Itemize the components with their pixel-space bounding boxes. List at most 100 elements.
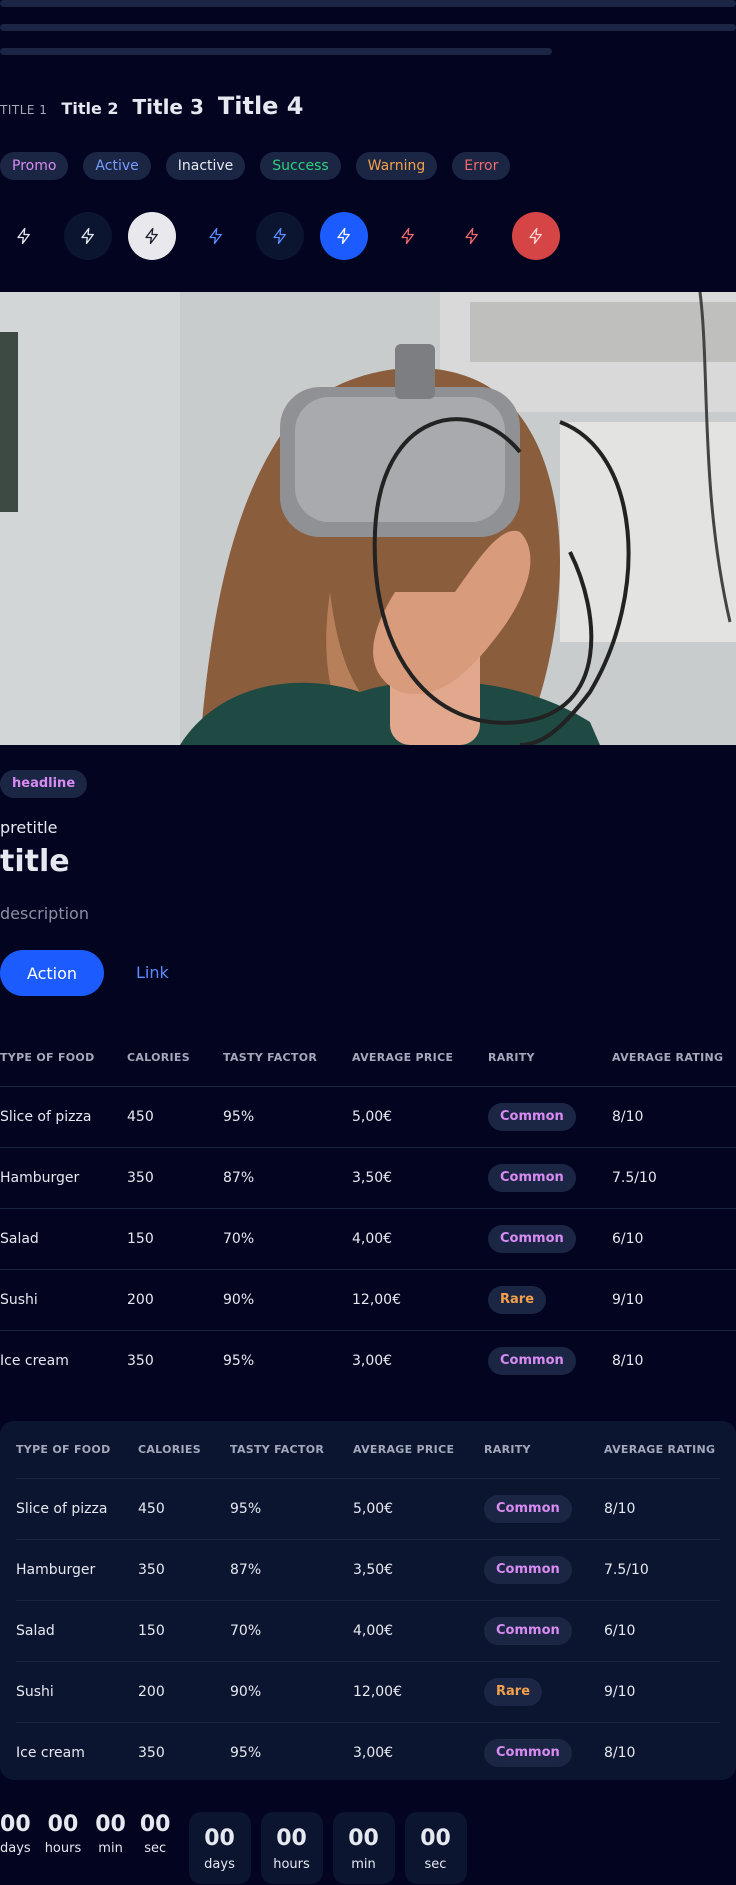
bolt-icon xyxy=(465,227,478,245)
cell-rating: 8/10 xyxy=(604,1721,720,1783)
cell-tasty: 87% xyxy=(223,1146,352,1208)
bolt-icon xyxy=(145,227,158,245)
table-header-row: TYPE OF FOOD CALORIES TASTY FACTOR AVERA… xyxy=(16,1421,720,1478)
table-row: Sushi 200 90% 12,00€ Rare 9/10 xyxy=(0,1268,736,1330)
countdown-label: min xyxy=(98,1841,123,1856)
header-rarity: RARITY xyxy=(488,1050,535,1064)
cell-tasty: 70% xyxy=(223,1207,352,1269)
title-2: Title 2 xyxy=(61,99,119,118)
table-row: Sushi 200 90% 12,00€ Rare 9/10 xyxy=(16,1660,720,1722)
cell-calories: 350 xyxy=(138,1721,230,1783)
rarity-badge: Common xyxy=(488,1224,576,1253)
cell-rarity: Rare xyxy=(484,1660,604,1722)
cell-rating: 7.5/10 xyxy=(612,1146,736,1208)
cell-rarity: Common xyxy=(488,1085,612,1147)
header-calories: CALORIES xyxy=(138,1442,201,1456)
cell-food: Slice of pizza xyxy=(0,1085,127,1147)
icon-button-soft-danger[interactable] xyxy=(448,212,496,260)
icon-button-soft-neutral[interactable] xyxy=(64,212,112,260)
badge-promo: Promo xyxy=(0,152,69,180)
icon-button-plain-danger[interactable] xyxy=(384,212,432,260)
cell-tasty: 95% xyxy=(223,1085,352,1147)
food-table-grid-card: TYPE OF FOOD CALORIES TASTY FACTOR AVERA… xyxy=(16,1421,720,1783)
cell-rarity: Common xyxy=(484,1721,604,1783)
cell-price: 12,00€ xyxy=(353,1660,484,1722)
table-row: Ice cream 350 95% 3,00€ Common 8/10 xyxy=(16,1721,720,1783)
badge-row: Promo Active Inactive Success Warning Er… xyxy=(0,152,525,180)
rarity-badge: Common xyxy=(488,1163,576,1192)
cell-tasty: 90% xyxy=(223,1268,352,1330)
icon-button-solid-primary[interactable] xyxy=(320,212,368,260)
countdown-label: hours xyxy=(44,1841,82,1856)
cell-food: Ice cream xyxy=(0,1329,127,1391)
countdown-value: 00 xyxy=(420,1826,451,1851)
card-title: title xyxy=(0,844,70,879)
countdown-value: 00 xyxy=(204,1826,235,1851)
cell-rarity: Common xyxy=(484,1599,604,1661)
skeleton-bar-1 xyxy=(0,0,736,7)
icon-button-row xyxy=(0,212,576,260)
cell-tasty: 95% xyxy=(230,1477,353,1539)
rarity-badge: Common xyxy=(484,1494,572,1523)
link[interactable]: Link xyxy=(136,963,169,982)
countdown-sec: 00 sec xyxy=(140,1812,171,1856)
rarity-badge: Common xyxy=(488,1346,576,1375)
cell-rarity: Common xyxy=(484,1538,604,1600)
rarity-badge: Common xyxy=(484,1555,572,1584)
icon-button-solid-neutral[interactable] xyxy=(128,212,176,260)
countdown-box-hours: 00 hours xyxy=(260,1812,323,1884)
cell-rating: 8/10 xyxy=(604,1477,720,1539)
header-rarity: RARITY xyxy=(484,1442,531,1456)
countdown-value: 00 xyxy=(95,1812,126,1837)
table-row: Salad 150 70% 4,00€ Common 6/10 xyxy=(0,1207,736,1269)
cell-rarity: Common xyxy=(488,1329,612,1391)
countdown-min: 00 min xyxy=(95,1812,126,1856)
countdown-box-days: 00 days xyxy=(188,1812,251,1884)
header-food: TYPE OF FOOD xyxy=(16,1442,111,1456)
countdown-value: 00 xyxy=(47,1812,79,1837)
cell-calories: 350 xyxy=(127,1329,223,1391)
title-1: TITLE 1 xyxy=(0,103,48,117)
badge-inactive: Inactive xyxy=(165,152,246,180)
pretitle: pretitle xyxy=(0,818,58,837)
countdown-label: sec xyxy=(144,1841,167,1856)
icon-button-soft-primary[interactable] xyxy=(256,212,304,260)
badge-active: Active xyxy=(83,152,151,180)
cell-rarity: Common xyxy=(484,1477,604,1539)
icon-button-plain-neutral[interactable] xyxy=(0,212,48,260)
icon-button-plain-primary[interactable] xyxy=(192,212,240,260)
cell-food: Slice of pizza xyxy=(16,1477,138,1539)
bolt-icon xyxy=(529,227,542,245)
cell-price: 12,00€ xyxy=(352,1268,488,1330)
food-table-card: TYPE OF FOOD CALORIES TASTY FACTOR AVERA… xyxy=(0,1421,736,1783)
cell-price: 5,00€ xyxy=(353,1477,484,1539)
countdown-label: min xyxy=(351,1857,376,1872)
cell-price: 5,00€ xyxy=(352,1085,488,1147)
table-header-row: TYPE OF FOOD CALORIES TASTY FACTOR AVERA… xyxy=(0,1029,736,1086)
cell-food: Salad xyxy=(16,1599,138,1661)
food-table-grid: TYPE OF FOOD CALORIES TASTY FACTOR AVERA… xyxy=(0,1029,736,1391)
icon-button-solid-danger[interactable] xyxy=(512,212,560,260)
table-row: Slice of pizza 450 95% 5,00€ Common 8/10 xyxy=(0,1085,736,1147)
cell-food: Salad xyxy=(0,1207,127,1269)
cell-calories: 450 xyxy=(138,1477,230,1539)
countdown-box-sec: 00 sec xyxy=(404,1812,467,1884)
table-row: Hamburger 350 87% 3,50€ Common 7.5/10 xyxy=(16,1538,720,1600)
cell-tasty: 87% xyxy=(230,1538,353,1600)
skeleton-bar-2 xyxy=(0,24,736,31)
rarity-badge: Common xyxy=(488,1102,576,1131)
cell-calories: 200 xyxy=(127,1268,223,1330)
title-3: Title 3 xyxy=(132,95,204,119)
header-calories: CALORIES xyxy=(127,1050,190,1064)
cell-food: Hamburger xyxy=(16,1538,138,1600)
action-button[interactable]: Action xyxy=(0,950,104,996)
countdown-box-min: 00 min xyxy=(332,1812,395,1884)
countdown-value: 00 xyxy=(276,1826,307,1851)
rarity-badge: Rare xyxy=(484,1677,543,1706)
cell-rating: 9/10 xyxy=(604,1660,720,1722)
cell-food: Sushi xyxy=(16,1660,138,1722)
card-description: description xyxy=(0,904,89,923)
title-samples: TITLE 1 Title 2 Title 3 Title 4 xyxy=(0,92,318,120)
hero-image xyxy=(0,292,736,745)
bolt-icon xyxy=(209,227,222,245)
